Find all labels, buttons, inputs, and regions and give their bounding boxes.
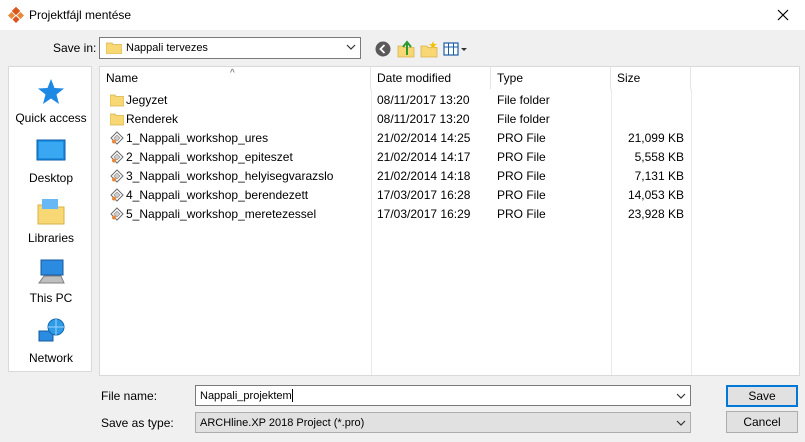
app-logo-icon bbox=[8, 7, 24, 23]
file-date: 21/02/2014 14:25 bbox=[377, 131, 471, 145]
save-as-type-value: ARCHline.XP 2018 Project (*.pro) bbox=[200, 416, 365, 429]
folder-icon bbox=[110, 113, 124, 126]
places-bar: Quick access Desktop Libraries This PC N… bbox=[8, 66, 92, 372]
file-type: File folder bbox=[497, 112, 550, 126]
pro-file-icon bbox=[110, 207, 124, 221]
up-folder-icon[interactable] bbox=[397, 40, 415, 58]
file-type: PRO File bbox=[497, 150, 546, 164]
file-name: 3_Nappali_workshop_helyisegvarazslo bbox=[126, 169, 334, 183]
save-in-label: Save in: bbox=[53, 41, 97, 55]
file-size: 5,558 KB bbox=[634, 150, 684, 164]
place-desktop[interactable]: Desktop bbox=[9, 137, 93, 197]
back-icon[interactable] bbox=[374, 40, 392, 58]
column-header-name[interactable]: Name ^ bbox=[100, 67, 371, 89]
file-type: PRO File bbox=[497, 188, 546, 202]
file-date: 21/02/2014 14:18 bbox=[377, 169, 471, 183]
table-row[interactable]: 4_Nappali_workshop_berendezett 17/03/2017… bbox=[100, 186, 799, 205]
chevron-down-icon bbox=[676, 420, 686, 426]
file-name: Renderek bbox=[126, 112, 179, 126]
place-this-pc[interactable]: This PC bbox=[9, 257, 93, 317]
quick-access-star-icon bbox=[38, 79, 64, 104]
file-size: 14,053 KB bbox=[627, 188, 684, 202]
new-folder-icon[interactable] bbox=[420, 40, 438, 58]
file-type: PRO File bbox=[497, 207, 546, 221]
save-in-dropdown[interactable]: Nappali tervezes bbox=[99, 37, 361, 59]
place-label: This PC bbox=[29, 291, 73, 305]
network-icon bbox=[38, 318, 65, 342]
table-row[interactable]: 3_Nappali_workshop_helyisegvarazslo 21/02… bbox=[100, 167, 799, 186]
file-name: 5_Nappali_workshop_meretezessel bbox=[126, 207, 317, 221]
close-button[interactable] bbox=[761, 0, 805, 30]
save-in-value: Nappali tervezes bbox=[126, 42, 208, 54]
save-as-type-label: Save as type: bbox=[101, 416, 174, 430]
place-label: Desktop bbox=[28, 171, 74, 185]
libraries-icon bbox=[37, 199, 65, 225]
table-row[interactable]: 1_Nappali_workshop_ures 21/02/2014 14:25 P… bbox=[100, 129, 799, 148]
window-title: Projektfájl mentése bbox=[29, 8, 132, 22]
file-type: File folder bbox=[497, 93, 550, 107]
file-name: 4_Nappali_workshop_berendezett bbox=[126, 188, 309, 202]
save-button[interactable]: Save bbox=[726, 385, 798, 407]
file-date: 21/02/2014 14:17 bbox=[377, 150, 471, 164]
table-row[interactable]: Jegyzet 08/11/2017 13:20 File folder bbox=[100, 91, 799, 110]
place-libraries[interactable]: Libraries bbox=[9, 197, 93, 257]
chevron-down-icon[interactable] bbox=[676, 391, 686, 401]
file-date: 08/11/2017 13:20 bbox=[377, 93, 470, 107]
desktop-icon bbox=[36, 139, 66, 161]
file-date: 17/03/2017 16:29 bbox=[377, 207, 471, 221]
save-as-type-dropdown[interactable]: ARCHline.XP 2018 Project (*.pro) bbox=[195, 412, 691, 433]
folder-icon bbox=[110, 94, 124, 107]
sort-up-icon: ^ bbox=[230, 68, 235, 79]
file-date: 08/11/2017 13:20 bbox=[377, 112, 470, 126]
this-pc-icon bbox=[38, 259, 65, 284]
file-size: 7,131 KB bbox=[634, 169, 684, 183]
place-quick-access[interactable]: Quick access bbox=[9, 77, 93, 137]
table-row[interactable]: 2_Nappali_workshop_epiteszet 21/02/2014 1… bbox=[100, 148, 799, 167]
place-network[interactable]: Network bbox=[9, 317, 93, 377]
file-size: 23,928 KB bbox=[627, 207, 684, 221]
folder-icon bbox=[106, 42, 122, 54]
pro-file-icon bbox=[110, 188, 124, 202]
file-name: Jegyzet bbox=[126, 93, 168, 107]
column-header-type[interactable]: Type bbox=[491, 67, 611, 89]
file-name: 1_Nappali_workshop_ures bbox=[126, 131, 269, 145]
cancel-button[interactable]: Cancel bbox=[726, 411, 798, 433]
table-row[interactable]: 5_Nappali_workshop_meretezessel 17/03/201… bbox=[100, 205, 799, 224]
file-name-input[interactable]: Nappali_projektem bbox=[195, 385, 691, 406]
column-header-size[interactable]: Size bbox=[611, 67, 691, 89]
file-type: PRO File bbox=[497, 169, 546, 183]
file-date: 17/03/2017 16:28 bbox=[377, 188, 471, 202]
title-bar: Projektfájl mentése bbox=[0, 0, 805, 30]
view-menu-icon[interactable] bbox=[443, 40, 469, 58]
file-name-label: File name: bbox=[101, 389, 158, 403]
place-label: Network bbox=[28, 351, 73, 365]
column-header-date[interactable]: Date modified bbox=[371, 67, 491, 89]
file-name: 2_Nappali_workshop_epiteszet bbox=[126, 150, 293, 164]
pro-file-icon bbox=[110, 169, 124, 183]
chevron-down-icon bbox=[346, 44, 356, 50]
place-label: Libraries bbox=[27, 231, 75, 245]
pro-file-icon bbox=[110, 131, 124, 145]
file-list[interactable]: Name ^ Date modified Type Size Jegyzet 08… bbox=[99, 66, 800, 376]
file-size: 21,099 KB bbox=[627, 131, 684, 145]
pro-file-icon bbox=[110, 150, 124, 164]
table-row[interactable]: Renderek 08/11/2017 13:20 File folder bbox=[100, 110, 799, 129]
place-label: Quick access bbox=[15, 111, 87, 125]
file-type: PRO File bbox=[497, 131, 546, 145]
file-name-value: Nappali_projektem bbox=[200, 389, 292, 402]
close-icon bbox=[777, 9, 789, 21]
